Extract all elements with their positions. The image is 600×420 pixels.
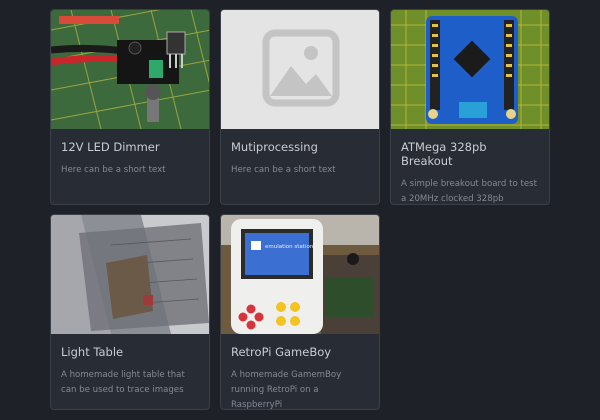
image-placeholder[interactable] bbox=[221, 10, 380, 129]
card-description: Here can be a short text bbox=[61, 165, 166, 175]
card-title: Light Table bbox=[61, 345, 124, 359]
project-grid: 12V LED Dimmer Here can be a short text … bbox=[0, 0, 600, 420]
led-dimmer-photo[interactable] bbox=[51, 10, 210, 129]
project-card-led-dimmer[interactable]: 12V LED Dimmer Here can be a short text bbox=[50, 9, 210, 205]
card-description: A homemade light table that can be used … bbox=[61, 370, 185, 395]
card-description: A simple breakout board to test a 20MHz … bbox=[401, 179, 537, 204]
card-description: A homemade GamemBoy running RetroPi on a… bbox=[231, 370, 342, 410]
screen-text: emulation station bbox=[265, 244, 314, 250]
card-title: RetroPi GameBoy bbox=[231, 345, 332, 359]
light-table-photo[interactable] bbox=[51, 215, 210, 334]
card-title: Mutiprocessing bbox=[231, 140, 318, 154]
card-description: Here can be a short text bbox=[231, 165, 336, 175]
card-title: ATMega 328pb Breakout bbox=[401, 140, 487, 168]
atmega-breakout-photo[interactable] bbox=[391, 10, 550, 129]
gameboy-photo[interactable]: emulation station bbox=[221, 215, 380, 334]
card-title: 12V LED Dimmer bbox=[61, 140, 160, 154]
project-card-light-table[interactable]: Light Table A homemade light table that … bbox=[50, 214, 210, 410]
project-card-multiprocessing[interactable]: Mutiprocessing Here can be a short text bbox=[220, 9, 380, 205]
project-card-atmega-breakout[interactable]: ATMega 328pb Breakout A simple breakout … bbox=[390, 9, 550, 205]
project-card-retropi-gameboy[interactable]: emulation station RetroPi GameBoy A home… bbox=[220, 214, 380, 410]
